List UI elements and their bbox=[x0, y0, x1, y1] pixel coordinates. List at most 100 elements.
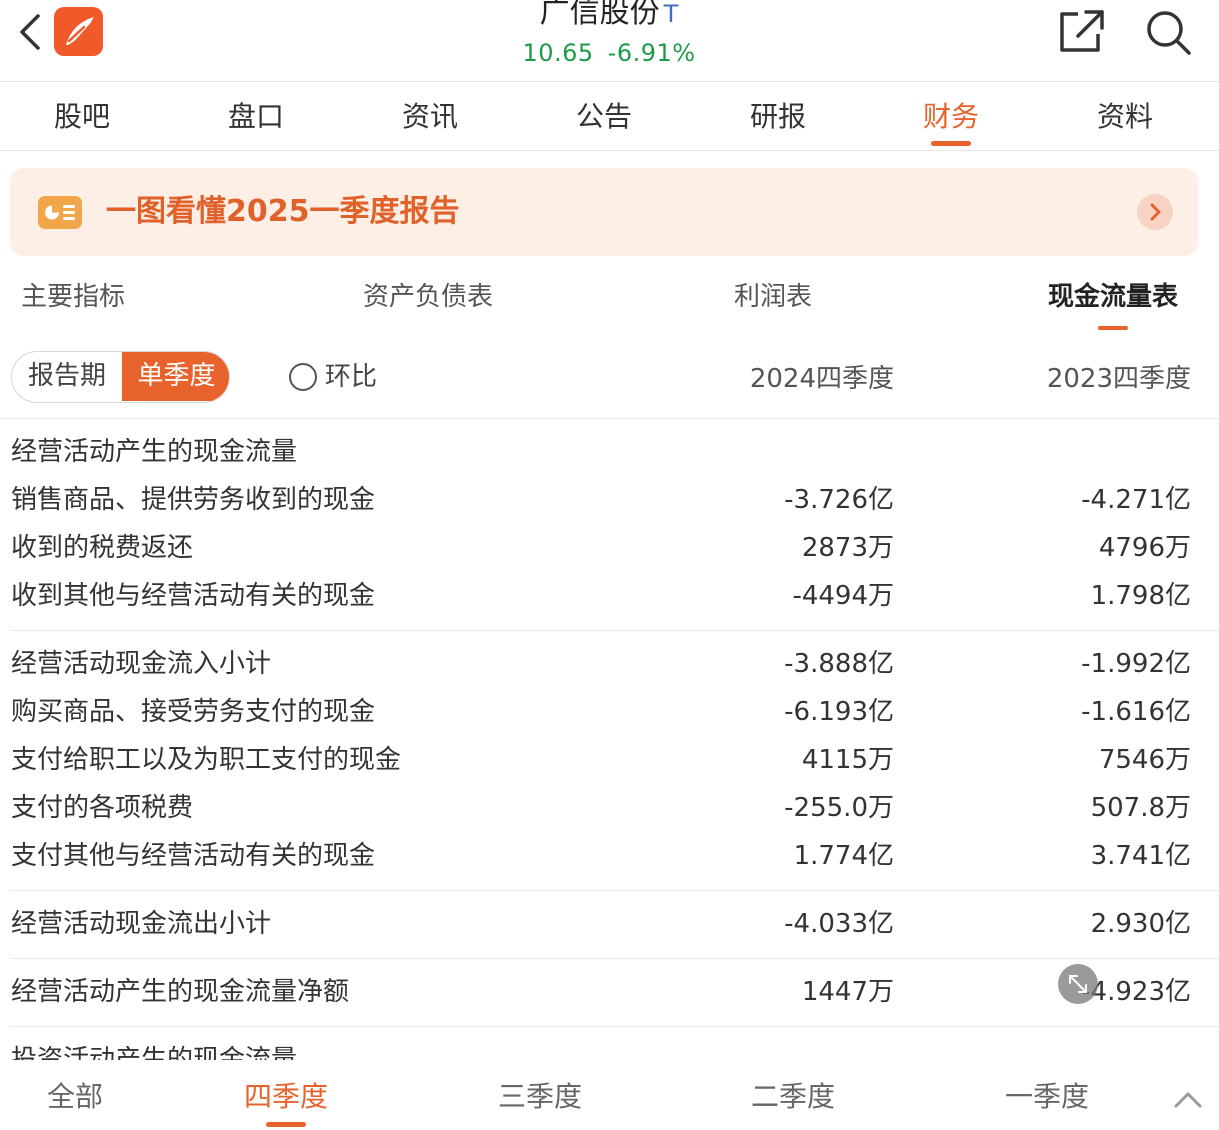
row-value-2024q4: -4494万 bbox=[792, 581, 894, 611]
tab-income-statement[interactable]: 利润表 bbox=[734, 262, 812, 332]
row-divider bbox=[10, 890, 1219, 891]
table-row[interactable]: 收到其他与经营活动有关的现金 -4494万 1.798亿 bbox=[0, 572, 1219, 620]
row-value-2023q4: -1.992亿 bbox=[1081, 649, 1191, 679]
qoq-radio[interactable] bbox=[289, 363, 317, 391]
table-row[interactable]: 销售商品、提供劳务收到的现金 -3.726亿 -4.271亿 bbox=[0, 476, 1219, 524]
row-label: 经营活动产生的现金流量 bbox=[11, 437, 298, 467]
tab-guba[interactable]: 股吧 bbox=[0, 83, 169, 151]
search-button[interactable] bbox=[1144, 8, 1192, 56]
column-header-2024q4: 2024四季度 bbox=[749, 364, 894, 394]
row-value-2023q4: 2.930亿 bbox=[1090, 909, 1191, 939]
stock-change: -6.91% bbox=[607, 39, 696, 67]
row-value-2024q4: -3.726亿 bbox=[784, 485, 894, 515]
table-row[interactable]: 收到的税费返还 2873万 4796万 bbox=[0, 524, 1219, 572]
table-row[interactable]: 购买商品、接受劳务支付的现金 -6.193亿 -1.616亿 bbox=[0, 688, 1219, 736]
expand-icon bbox=[1069, 975, 1087, 993]
row-label: 收到的税费返还 bbox=[11, 533, 194, 563]
tab-finance[interactable]: 财务 bbox=[864, 83, 1038, 151]
active-quarter-indicator bbox=[266, 1122, 306, 1127]
active-subtab-indicator bbox=[1098, 326, 1128, 330]
back-button[interactable] bbox=[14, 10, 48, 54]
table-section-header: 投资活动产生的现金流量 bbox=[0, 1036, 1219, 1060]
quarter-tab-q1[interactable]: 一季度 bbox=[962, 1062, 1132, 1130]
row-divider bbox=[10, 1026, 1219, 1027]
row-label: 支付给职工以及为职工支付的现金 bbox=[11, 745, 402, 775]
app-logo[interactable] bbox=[54, 7, 103, 56]
stock-price: 10.65 bbox=[522, 39, 594, 67]
quarter-tab-q4[interactable]: 四季度 bbox=[201, 1062, 371, 1130]
qoq-label[interactable]: 环比 bbox=[325, 352, 377, 402]
chevron-right-icon bbox=[1150, 203, 1161, 221]
row-label: 支付其他与经营活动有关的现金 bbox=[11, 841, 376, 871]
stock-quote: 10.65 -6.91% bbox=[409, 39, 809, 67]
table-section-header: 经营活动产生的现金流量 bbox=[0, 428, 1219, 476]
row-value-2023q4: 507.8万 bbox=[1090, 793, 1191, 823]
row-value-2024q4: 4115万 bbox=[801, 745, 894, 775]
single-quarter-option[interactable]: 单季度 bbox=[122, 352, 229, 401]
quarter-tab-q2[interactable]: 二季度 bbox=[708, 1062, 878, 1130]
row-value-2023q4: -1.616亿 bbox=[1081, 697, 1191, 727]
tab-research[interactable]: 研报 bbox=[691, 83, 865, 151]
report-period-option[interactable]: 报告期 bbox=[12, 352, 122, 401]
row-label: 支付的各项税费 bbox=[11, 793, 194, 823]
row-label: 收到其他与经营活动有关的现金 bbox=[11, 581, 376, 611]
chevron-up-icon bbox=[1174, 1092, 1202, 1108]
row-value-2024q4: 1447万 bbox=[801, 977, 894, 1007]
row-value-2024q4: 1.774亿 bbox=[793, 841, 894, 871]
top-bar: 广信股份 T 10.65 -6.91% bbox=[0, 0, 1219, 82]
table-row[interactable]: 经营活动产生的现金流量净额 1447万 -4.923亿 bbox=[0, 968, 1219, 1016]
table-row[interactable]: 经营活动现金流出小计 -4.033亿 2.930亿 bbox=[0, 900, 1219, 948]
banner-title: 一图看懂2025一季度报告 bbox=[106, 194, 460, 229]
quarter-tab-q3[interactable]: 三季度 bbox=[455, 1062, 625, 1130]
feather-logo-icon bbox=[66, 17, 94, 45]
row-label: 经营活动产生的现金流量净额 bbox=[11, 977, 350, 1007]
chevron-left-icon bbox=[20, 14, 40, 50]
collapse-button[interactable] bbox=[1170, 1084, 1206, 1114]
banner-arrow-button[interactable] bbox=[1137, 194, 1173, 230]
row-label: 经营活动现金流出小计 bbox=[11, 909, 272, 939]
main-tabs: 股吧 盘口 资讯 公告 研报 财务 资料 bbox=[0, 83, 1219, 151]
statement-tabs: 主要指标 资产负债表 利润表 现金流量表 bbox=[0, 262, 1219, 334]
period-toggle: 报告期 单季度 bbox=[11, 351, 230, 403]
table-row[interactable]: 支付的各项税费 -255.0万 507.8万 bbox=[0, 784, 1219, 832]
quarter-filter-tabs: 全部 四季度 三季度 二季度 一季度 bbox=[0, 1062, 1219, 1130]
row-value-2023q4: 4796万 bbox=[1098, 533, 1191, 563]
row-value-2024q4: 2873万 bbox=[801, 533, 894, 563]
column-header-2023q4: 2023四季度 bbox=[1046, 364, 1191, 394]
row-label: 投资活动产生的现金流量 bbox=[11, 1045, 298, 1060]
report-banner[interactable]: 一图看懂2025一季度报告 bbox=[10, 168, 1198, 256]
row-value-2023q4: 7546万 bbox=[1098, 745, 1191, 775]
tab-finance-label: 财务 bbox=[922, 100, 979, 133]
active-tab-indicator bbox=[931, 141, 971, 146]
tab-balance-sheet[interactable]: 资产负债表 bbox=[363, 262, 493, 332]
row-divider bbox=[10, 630, 1219, 631]
row-value-2024q4: -255.0万 bbox=[784, 793, 894, 823]
tab-pankou[interactable]: 盘口 bbox=[169, 83, 343, 151]
row-value-2023q4: -4.271亿 bbox=[1081, 485, 1191, 515]
row-value-2023q4: 1.798亿 bbox=[1090, 581, 1191, 611]
tab-key-indicators[interactable]: 主要指标 bbox=[21, 262, 125, 332]
share-button[interactable] bbox=[1058, 8, 1106, 54]
search-icon bbox=[1147, 11, 1191, 55]
tab-cash-flow[interactable]: 现金流量表 bbox=[1048, 262, 1178, 332]
row-label: 经营活动现金流入小计 bbox=[11, 649, 272, 679]
row-label: 销售商品、提供劳务收到的现金 bbox=[11, 485, 376, 515]
row-value-2024q4: -4.033亿 bbox=[784, 909, 894, 939]
table-row[interactable]: 支付其他与经营活动有关的现金 1.774亿 3.741亿 bbox=[0, 832, 1219, 880]
fullscreen-button[interactable] bbox=[1058, 964, 1098, 1004]
row-label: 购买商品、接受劳务支付的现金 bbox=[11, 697, 376, 727]
stock-title: 广信股份 T 10.65 -6.91% bbox=[409, 0, 809, 67]
stock-tag: T bbox=[663, 0, 679, 28]
quarter-tab-all[interactable]: 全部 bbox=[0, 1062, 160, 1130]
row-divider bbox=[10, 958, 1219, 959]
tab-announcements[interactable]: 公告 bbox=[517, 83, 691, 151]
row-value-2024q4: -6.193亿 bbox=[784, 697, 894, 727]
tab-news[interactable]: 资讯 bbox=[343, 83, 517, 151]
report-chart-icon bbox=[38, 196, 82, 229]
table-row[interactable]: 经营活动现金流入小计 -3.888亿 -1.992亿 bbox=[0, 640, 1219, 688]
share-icon bbox=[1060, 10, 1104, 52]
row-value-2024q4: -3.888亿 bbox=[784, 649, 894, 679]
tab-profile[interactable]: 资料 bbox=[1038, 83, 1212, 151]
row-value-2023q4: 3.741亿 bbox=[1090, 841, 1191, 871]
table-row[interactable]: 支付给职工以及为职工支付的现金 4115万 7546万 bbox=[0, 736, 1219, 784]
